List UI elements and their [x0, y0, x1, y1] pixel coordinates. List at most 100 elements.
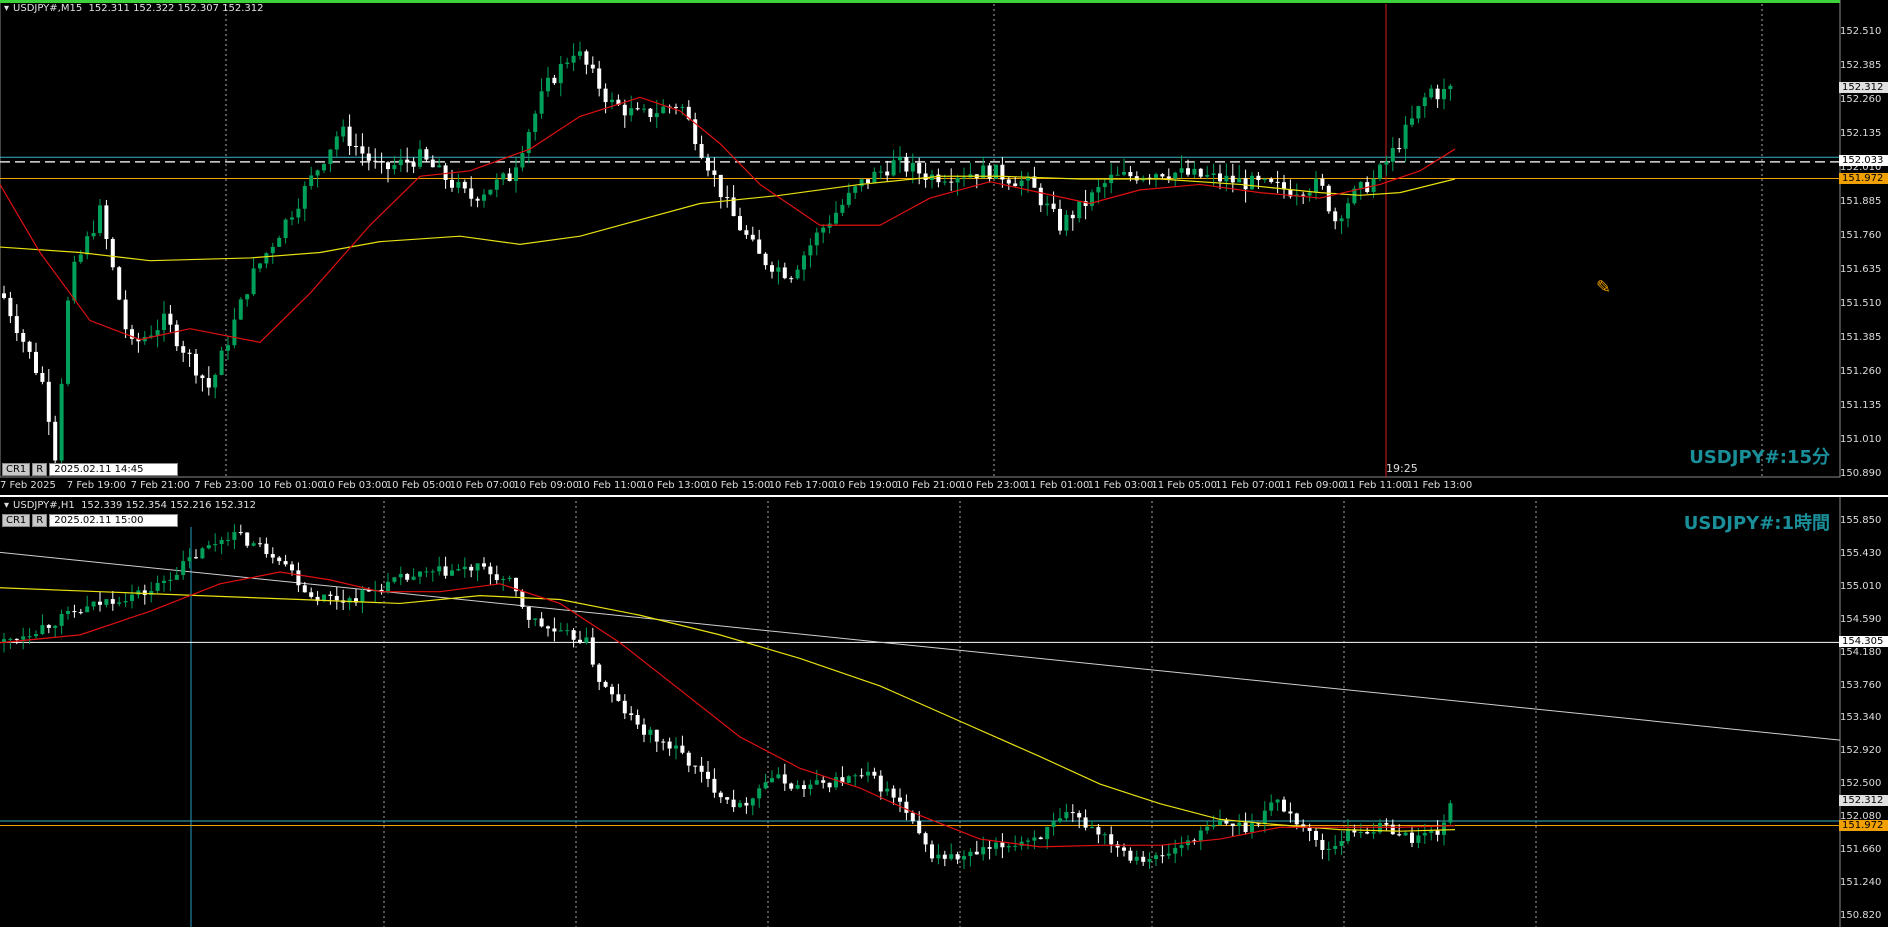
- candle-body: [1250, 823, 1254, 833]
- candle-body: [776, 267, 781, 272]
- candle-body: [398, 159, 403, 166]
- candle-body: [1077, 813, 1082, 818]
- candle-body: [322, 164, 326, 171]
- candle-body: [533, 618, 538, 620]
- m15-chart-pane[interactable]: ▾ USDJPY#,M15 152.311 152.322 152.307 152…: [0, 0, 1888, 497]
- candle-body: [942, 181, 947, 183]
- h1-chart-pane[interactable]: ▾ USDJPY#,H1 152.339 152.354 152.216 152.…: [0, 497, 1888, 927]
- time-tick-label: 10 Feb 13:00: [641, 480, 707, 491]
- price-tick-label: 152.385: [1840, 60, 1882, 71]
- time-tick-label: 10 Feb 19:00: [832, 480, 898, 491]
- candle-body: [1019, 180, 1024, 187]
- pencil-icon[interactable]: ✎: [1596, 277, 1611, 298]
- candle-body: [1160, 174, 1165, 177]
- candle-body: [168, 313, 173, 325]
- candle-body: [514, 167, 518, 182]
- candle-body: [878, 775, 883, 792]
- candle-body: [891, 160, 896, 176]
- ma-slow-line: [0, 587, 1456, 832]
- candle-body: [859, 775, 864, 777]
- candle-body: [162, 313, 166, 331]
- candle-body: [686, 752, 691, 766]
- time-tick-label: 10 Feb 01:00: [258, 480, 324, 491]
- h1-datetime: 2025.02.11 15:00: [49, 514, 179, 527]
- candle-body: [789, 783, 794, 789]
- candle-body: [1218, 820, 1222, 825]
- candle-body: [8, 638, 13, 640]
- candle-body: [1013, 845, 1018, 847]
- candle-body: [1173, 172, 1178, 179]
- candle-body: [104, 205, 109, 240]
- candle-body: [590, 64, 595, 69]
- price-tick-label: 155.010: [1840, 580, 1882, 592]
- candle-body: [1397, 148, 1402, 150]
- candle-body: [648, 108, 653, 118]
- cr-label[interactable]: CR1: [2, 463, 31, 476]
- candle-body: [270, 554, 275, 558]
- time-tick-label: 11 Feb 05:00: [1151, 480, 1217, 491]
- candle-body: [718, 174, 723, 198]
- candle-body: [699, 144, 704, 158]
- time-tick-label: 10 Feb 07:00: [449, 480, 516, 491]
- candle-body: [501, 173, 506, 180]
- candle-body: [168, 579, 173, 581]
- price-tick-label: 155.850: [1840, 515, 1882, 526]
- candle-body: [187, 352, 192, 354]
- candle-body: [642, 724, 646, 735]
- candle-body: [194, 353, 198, 376]
- price-tick-label: 151.510: [1840, 298, 1882, 309]
- candle-body: [546, 626, 550, 629]
- candle-body: [1358, 831, 1363, 833]
- candle-body: [366, 590, 371, 592]
- candle-body: [872, 171, 877, 183]
- candle-body: [1243, 178, 1248, 190]
- time-tick-label: 10 Feb 03:00: [322, 480, 388, 491]
- price-tick-label: 150.820: [1840, 909, 1882, 921]
- candle-body: [1224, 175, 1229, 182]
- collapse-triangle-icon[interactable]: ▾: [4, 500, 9, 511]
- crosshair-time-label: 19:25: [1386, 462, 1418, 475]
- candle-body: [878, 171, 883, 173]
- time-tick-label: 10 Feb 11:00: [577, 480, 643, 491]
- candle-body: [334, 136, 339, 150]
- m15-chart-canvas[interactable]: [0, 0, 1888, 497]
- candle-body: [213, 374, 218, 388]
- candle-body: [1307, 827, 1312, 831]
- candle-body: [78, 254, 83, 262]
- candle-body: [584, 637, 589, 643]
- candle-body: [270, 246, 275, 254]
- candle-body: [290, 217, 294, 220]
- candle-body: [1141, 856, 1146, 862]
- candle-body: [238, 299, 243, 320]
- candle-body: [936, 854, 941, 859]
- candle-body: [1058, 208, 1062, 231]
- candle-body: [155, 330, 160, 336]
- candle-body: [142, 590, 147, 595]
- candle-body: [546, 77, 550, 92]
- candle-body: [27, 341, 32, 352]
- r-label[interactable]: R: [32, 463, 48, 476]
- candle-body: [14, 638, 19, 640]
- candle-body: [1282, 799, 1286, 812]
- candle-body: [814, 232, 819, 246]
- candle-body: [392, 165, 397, 170]
- candle-body: [1096, 187, 1101, 193]
- candle-body: [181, 561, 186, 575]
- time-tick-label: 10 Feb 05:00: [385, 480, 452, 491]
- candle-body: [91, 601, 96, 607]
- candle-body: [34, 634, 38, 637]
- candle-body: [1096, 827, 1101, 835]
- candle-body: [654, 729, 659, 742]
- candle-body: [2, 293, 6, 298]
- candle-body: [520, 591, 525, 607]
- candle-body: [379, 161, 384, 163]
- candle-body: [155, 582, 160, 591]
- collapse-triangle-icon[interactable]: ▾: [4, 3, 9, 14]
- candle-body: [1192, 168, 1197, 175]
- cr-label[interactable]: CR1: [2, 514, 31, 527]
- ma-fast-line: [0, 571, 1456, 848]
- candle-body: [1090, 827, 1094, 829]
- candle-body: [14, 316, 19, 334]
- h1-chart-canvas[interactable]: [0, 497, 1888, 927]
- r-label[interactable]: R: [32, 514, 48, 527]
